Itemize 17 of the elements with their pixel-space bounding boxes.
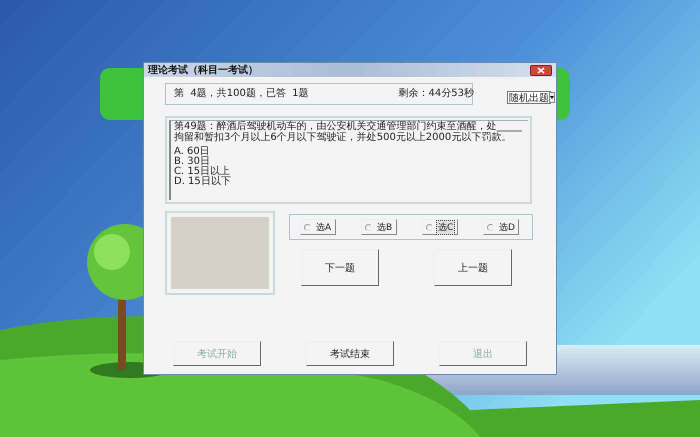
time-remaining: 剩余：44分53秒: [398, 86, 474, 101]
exam-button[interactable]: 考试结束: [306, 341, 394, 366]
nav-button[interactable]: 下一题: [301, 249, 379, 286]
question-text: 第49题：醉酒后驾驶机动车的，由公安机关交通管理部门约束至酒醒，处_____拘留和暂扣3个月以上6个月以下驾驶证，并处500元以上2000元以下罚款。: [174, 121, 523, 143]
answer-choice: D. 15日以下: [174, 177, 232, 187]
answer-choice: A. 60日: [174, 147, 211, 157]
answer-radio[interactable]: 选B: [361, 219, 397, 235]
answer-radio[interactable]: 选C: [422, 219, 458, 235]
answer-choice: C. 15日以上: [174, 167, 230, 177]
nav-button[interactable]: 上一题: [434, 249, 512, 286]
answer-radio[interactable]: 选A: [300, 219, 336, 235]
answer-radio[interactable]: 选D: [483, 219, 519, 235]
close-button[interactable]: [530, 64, 552, 76]
progress-text: 第 4题，共100题，已答 1题: [174, 86, 309, 101]
answer-choice: B. 30日: [174, 157, 210, 167]
close-icon: [537, 66, 545, 74]
window-title: 理论考试（科目一考试）: [148, 64, 258, 77]
